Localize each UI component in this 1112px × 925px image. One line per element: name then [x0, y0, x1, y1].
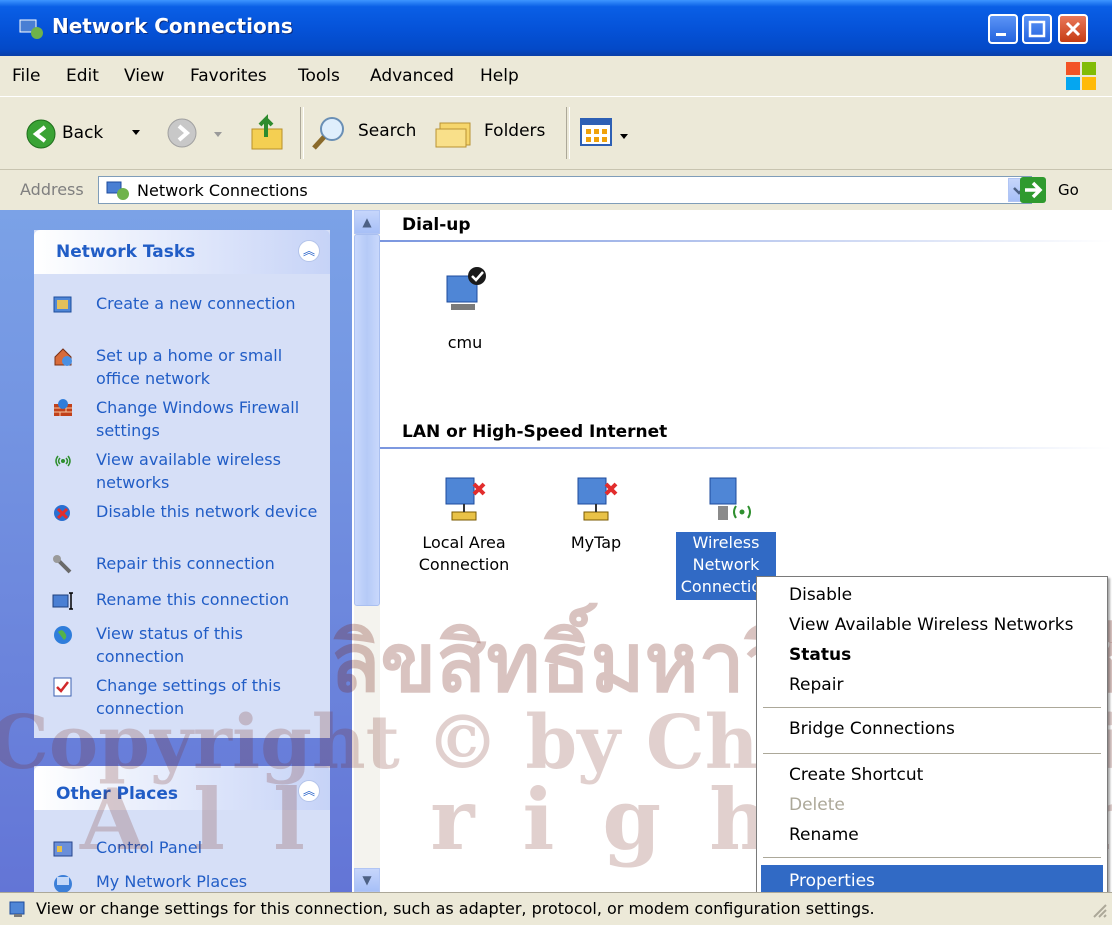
toolbar-separator — [300, 107, 304, 159]
network-tasks-title: Network Tasks — [56, 242, 196, 262]
folders-icon — [434, 115, 478, 155]
address-value: Network Connections — [137, 181, 308, 200]
scroll-up-button[interactable]: ▲ — [354, 210, 380, 234]
menu-item-bridge[interactable]: Bridge Connections — [789, 719, 955, 739]
minimize-button[interactable] — [988, 14, 1018, 44]
menu-item-repair[interactable]: Repair — [789, 675, 843, 695]
settings-checklist-icon — [52, 676, 74, 698]
context-menu: Disable View Available Wireless Networks… — [756, 576, 1108, 900]
forward-button[interactable] — [166, 117, 198, 153]
menu-help[interactable]: Help — [480, 66, 519, 86]
status-globe-icon — [52, 624, 74, 646]
scroll-down-button[interactable]: ▼ — [354, 868, 380, 892]
menu-item-create-shortcut[interactable]: Create Shortcut — [789, 765, 923, 785]
group-divider — [380, 447, 1112, 449]
up-folder-button[interactable] — [248, 113, 288, 157]
repair-wrench-icon — [52, 554, 74, 576]
network-tasks-header[interactable]: Network Tasks ︽ — [34, 230, 330, 274]
menu-file[interactable]: File — [12, 66, 40, 86]
status-bar: View or change settings for this connect… — [0, 892, 1112, 925]
firewall-icon — [52, 398, 74, 420]
group-dialup-header: Dial-up — [402, 215, 471, 235]
menu-item-disable[interactable]: Disable — [789, 585, 852, 605]
network-places-icon — [52, 872, 74, 892]
connection-cmu[interactable]: cmu — [420, 262, 510, 354]
wireless-connection-icon — [698, 470, 754, 532]
menu-item-view-wireless[interactable]: View Available Wireless Networks — [789, 615, 1073, 635]
menu-favorites[interactable]: Favorites — [190, 66, 267, 86]
views-icon — [580, 117, 614, 151]
go-arrow-icon[interactable] — [1020, 177, 1046, 203]
menu-separator — [763, 857, 1101, 858]
menu-item-rename[interactable]: Rename — [789, 825, 859, 845]
go-button[interactable]: Go — [1058, 181, 1079, 199]
connection-mytap[interactable]: MyTap — [556, 470, 636, 554]
window-title: Network Connections — [52, 14, 293, 38]
toolbar: Back Search Folders — [0, 97, 1112, 170]
search-icon — [310, 115, 350, 155]
network-connections-icon — [18, 16, 44, 40]
menu-bar: File Edit View Favorites Tools Advanced … — [0, 56, 1112, 97]
menu-separator — [763, 707, 1101, 708]
windows-logo-icon — [1064, 60, 1098, 92]
scroll-thumb[interactable] — [354, 234, 380, 606]
network-tasks-panel: Network Tasks ︽ Create a new connection … — [34, 230, 330, 738]
collapse-icon[interactable]: ︽ — [298, 240, 320, 262]
new-connection-icon — [52, 294, 74, 316]
dialup-modem-icon — [437, 262, 493, 326]
title-bar[interactable]: Network Connections — [0, 0, 1112, 56]
menu-edit[interactable]: Edit — [66, 66, 99, 86]
menu-item-status[interactable]: Status — [789, 645, 851, 665]
group-divider — [380, 240, 1112, 242]
address-label: Address — [20, 180, 84, 199]
close-button[interactable] — [1058, 14, 1088, 44]
disable-device-icon — [52, 502, 74, 524]
home-network-icon — [52, 346, 74, 368]
forward-dropdown-icon[interactable] — [214, 125, 224, 144]
status-connection-icon — [8, 899, 30, 923]
back-button[interactable]: Back — [18, 113, 118, 153]
menu-item-properties[interactable]: Properties — [789, 871, 875, 891]
resize-grip-icon[interactable] — [1090, 901, 1108, 919]
views-button[interactable] — [580, 117, 636, 149]
address-bar: Address Network Connections Go — [0, 170, 1112, 210]
search-button[interactable]: Search — [310, 115, 422, 155]
back-dropdown-icon[interactable] — [132, 123, 142, 142]
menu-separator — [763, 753, 1101, 754]
rename-icon — [52, 590, 74, 612]
address-field[interactable]: Network Connections — [98, 176, 1032, 204]
control-panel-icon — [52, 838, 74, 860]
menu-tools[interactable]: Tools — [298, 66, 340, 86]
connection-local-area[interactable]: Local Area Connection — [410, 470, 518, 576]
lan-disconnected-icon — [568, 470, 624, 532]
network-connections-icon — [105, 179, 131, 205]
wireless-icon — [52, 450, 74, 472]
maximize-button[interactable] — [1022, 14, 1052, 44]
menu-view[interactable]: View — [124, 66, 164, 86]
menu-item-delete: Delete — [789, 795, 845, 815]
group-lan-header: LAN or High-Speed Internet — [402, 422, 668, 442]
status-text: View or change settings for this connect… — [36, 899, 875, 918]
toolbar-separator — [566, 107, 570, 159]
folders-button[interactable]: Folders — [434, 115, 554, 155]
menu-advanced[interactable]: Advanced — [370, 66, 454, 86]
lan-disconnected-icon — [436, 470, 492, 532]
back-arrow-icon — [26, 119, 56, 153]
views-dropdown-icon — [620, 127, 630, 146]
